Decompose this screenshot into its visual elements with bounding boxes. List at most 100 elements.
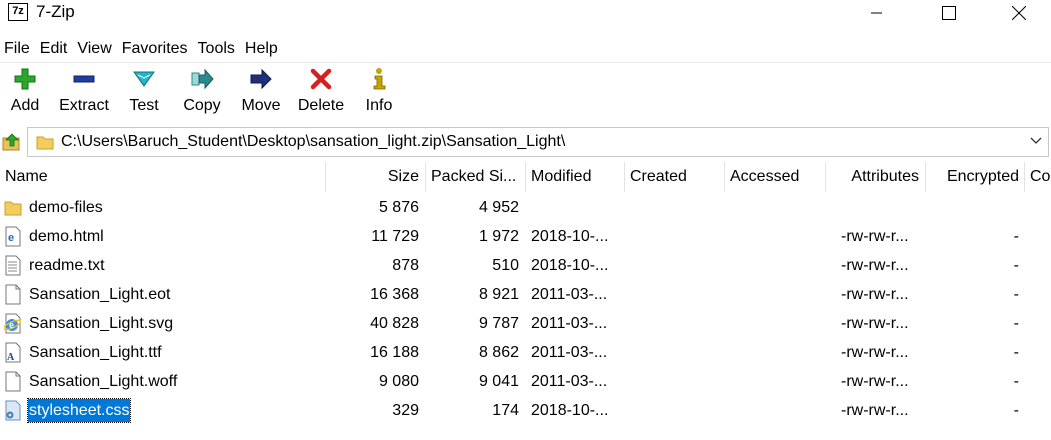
col-encrypted[interactable]: Encrypted — [926, 162, 1024, 192]
file-encrypted: - — [1013, 344, 1019, 361]
delete-label: Delete — [297, 97, 345, 114]
blank-file-icon — [5, 371, 21, 392]
move-arrow-icon — [250, 68, 272, 90]
delete-x-icon — [310, 68, 332, 90]
folder-icon — [36, 136, 54, 150]
maximize-button[interactable] — [914, 0, 984, 25]
file-attributes: -rw-rw-r... — [841, 402, 909, 419]
up-folder-icon[interactable] — [2, 132, 22, 152]
file-attributes: -rw-rw-r... — [841, 228, 909, 245]
file-row[interactable]: A Sansation_Light.ttf 16 188 8 862 2011-… — [0, 338, 1051, 367]
file-size: 11 729 — [371, 228, 419, 245]
file-packed-size: 1 972 — [478, 228, 519, 245]
plus-icon — [14, 68, 36, 90]
check-down-icon — [133, 71, 155, 87]
file-packed-size: 8 921 — [478, 286, 519, 303]
file-row[interactable]: Sansation_Light.woff 9 080 9 041 2011-03… — [0, 367, 1051, 396]
window-title: 7-Zip — [36, 2, 75, 21]
file-modified — [531, 193, 623, 222]
file-packed-size: 174 — [492, 402, 519, 419]
toolbar: Add Extract Test Copy Move Delete Info — [0, 62, 1051, 123]
file-encrypted — [960, 193, 1019, 222]
file-size: 878 — [392, 257, 419, 274]
file-modified: 2018-10-... — [531, 402, 609, 419]
path-combobox[interactable]: C:\Users\Baruch_Student\Desktop\sansatio… — [27, 127, 1049, 157]
file-name: demo-files — [29, 199, 103, 216]
file-row[interactable]: readme.txt 878 510 2018-10-... -rw-rw-r.… — [0, 251, 1051, 280]
info-label: Info — [365, 97, 393, 114]
file-attributes — [841, 193, 921, 222]
info-button[interactable]: Info — [360, 63, 398, 123]
file-packed-size: 510 — [492, 257, 519, 274]
menu-file[interactable]: File — [0, 38, 35, 60]
close-button[interactable] — [984, 0, 1051, 25]
file-row-selected[interactable]: stylesheet.css 329 174 2018-10-... -rw-r… — [0, 396, 1051, 425]
test-button[interactable]: Test — [124, 63, 164, 123]
menu-help[interactable]: Help — [240, 38, 283, 60]
column-header: Name Size Packed Si... Modified Created … — [0, 162, 1051, 192]
col-comment[interactable]: Co — [1025, 162, 1051, 192]
file-attributes: -rw-rw-r... — [841, 344, 909, 361]
file-row[interactable]: demo-files 5 876 4 952 — [0, 193, 1051, 222]
col-name[interactable]: Name — [0, 162, 325, 192]
extract-label: Extract — [59, 97, 109, 114]
address-bar: C:\Users\Baruch_Student\Desktop\sansatio… — [0, 127, 1051, 157]
add-button[interactable]: Add — [3, 63, 47, 123]
minimize-icon — [871, 12, 882, 13]
font-file-icon: A — [5, 342, 21, 363]
file-encrypted: - — [1013, 402, 1019, 419]
svg-text:e: e — [8, 232, 14, 244]
file-modified: 2018-10-... — [531, 228, 609, 245]
menu-favorites[interactable]: Favorites — [117, 38, 193, 60]
menu-edit[interactable]: Edit — [35, 38, 73, 60]
file-name: Sansation_Light.eot — [29, 286, 171, 303]
path-text: C:\Users\Baruch_Student\Desktop\sansatio… — [61, 133, 566, 150]
minus-icon — [73, 75, 95, 83]
svg-text:e: e — [9, 320, 14, 330]
file-size: 16 188 — [370, 344, 419, 361]
file-encrypted: - — [1013, 373, 1019, 390]
col-size[interactable]: Size — [326, 162, 424, 192]
add-label: Add — [10, 97, 40, 114]
copy-button[interactable]: Copy — [178, 63, 226, 123]
col-attributes[interactable]: Attributes — [826, 162, 924, 192]
col-created[interactable]: Created — [625, 162, 723, 192]
move-button[interactable]: Move — [236, 63, 286, 123]
file-size: 16 368 — [370, 286, 419, 303]
file-attributes: -rw-rw-r... — [841, 315, 909, 332]
file-row[interactable]: Sansation_Light.eot 16 368 8 921 2011-03… — [0, 280, 1051, 309]
file-modified: 2011-03-... — [531, 344, 608, 361]
file-size: 9 080 — [378, 373, 419, 390]
file-encrypted: - — [1013, 286, 1019, 303]
close-icon — [1012, 5, 1026, 20]
file-attributes: -rw-rw-r... — [841, 286, 909, 303]
minimize-button[interactable] — [842, 0, 912, 25]
file-name: demo.html — [29, 228, 104, 245]
file-row[interactable]: e demo.html 11 729 1 972 2018-10-... -rw… — [0, 222, 1051, 251]
chevron-down-icon[interactable] — [1030, 137, 1042, 145]
svg-text:A: A — [7, 352, 15, 363]
copy-label: Copy — [183, 97, 221, 114]
text-file-icon — [5, 255, 21, 276]
file-size: 329 — [392, 402, 419, 419]
file-name: Sansation_Light.woff — [29, 373, 178, 390]
menu-view[interactable]: View — [72, 38, 116, 60]
edge-html-icon: e — [5, 226, 21, 247]
file-name: Sansation_Light.ttf — [29, 344, 162, 361]
col-accessed[interactable]: Accessed — [725, 162, 825, 192]
file-name: Sansation_Light.svg — [29, 315, 174, 332]
file-packed-size: 9 787 — [478, 315, 519, 332]
file-packed-size: 8 862 — [478, 344, 519, 361]
col-modified[interactable]: Modified — [526, 162, 624, 192]
7zip-app-icon: 7z — [8, 3, 28, 21]
extract-button[interactable]: Extract — [55, 63, 113, 123]
file-packed-size: 9 041 — [478, 373, 519, 390]
file-attributes: -rw-rw-r... — [841, 257, 909, 274]
folder-icon — [4, 201, 22, 216]
file-row[interactable]: e Sansation_Light.svg 40 828 9 787 2011-… — [0, 309, 1051, 338]
delete-button[interactable]: Delete — [293, 63, 349, 123]
maximize-icon — [942, 5, 956, 20]
menu-tools[interactable]: Tools — [193, 38, 240, 60]
file-encrypted: - — [1013, 228, 1019, 245]
col-packed-size[interactable]: Packed Si... — [426, 162, 524, 192]
